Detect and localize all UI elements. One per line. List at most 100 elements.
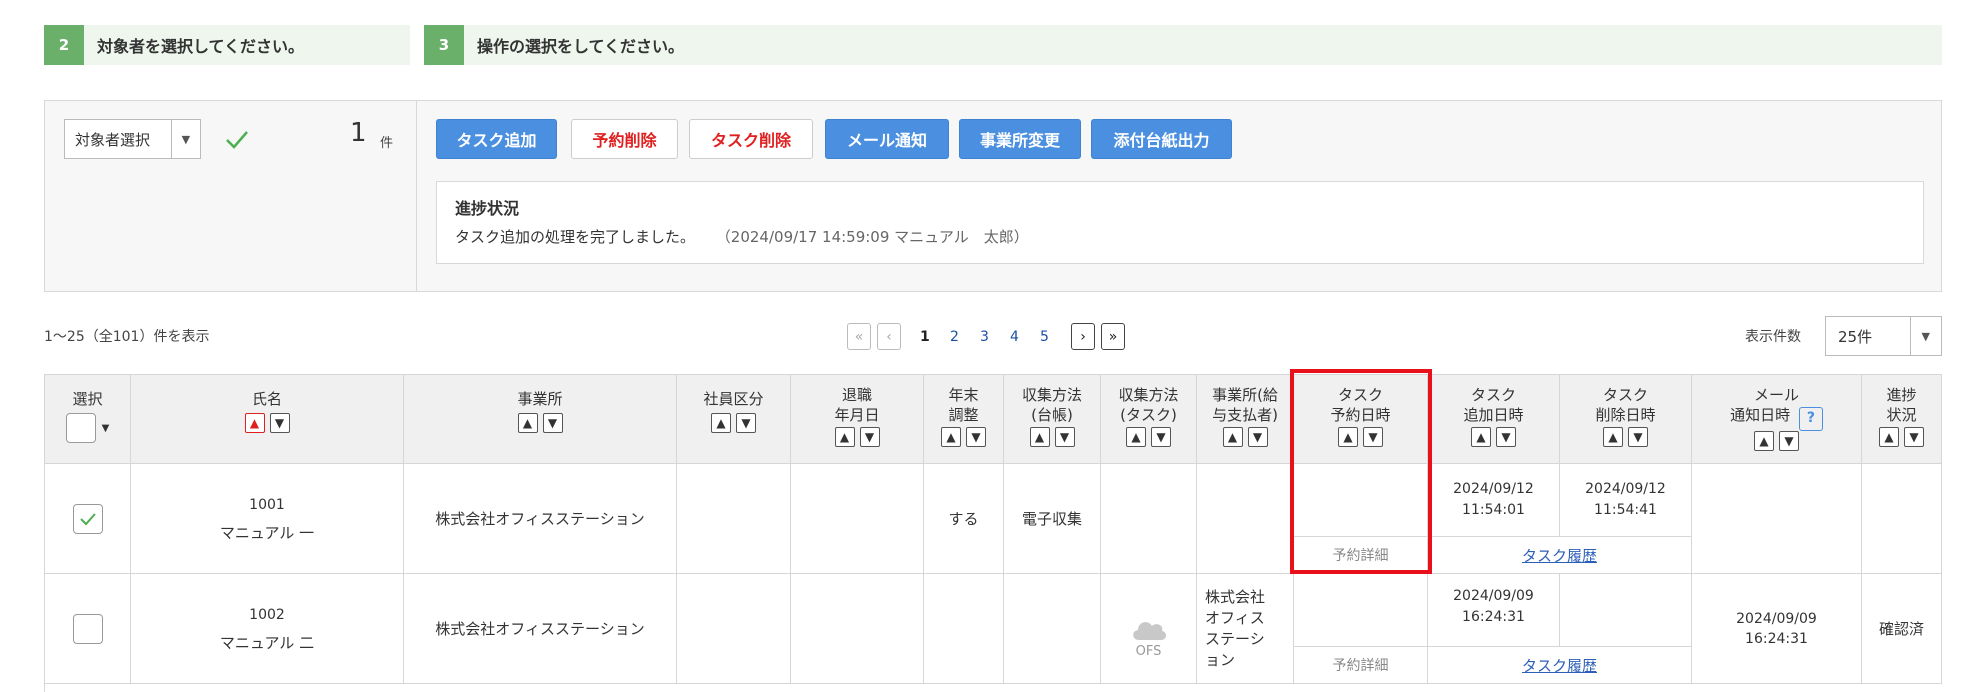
col-payer-title-1: 事業所(給: [1212, 386, 1278, 404]
sort-asc-button[interactable]: ▲: [1754, 431, 1774, 451]
step-2-header: 2 対象者を選択してください。: [44, 25, 410, 65]
ofs-label: OFS: [1135, 644, 1162, 659]
sort-asc-button[interactable]: ▲: [1471, 427, 1491, 447]
row-deleted-cell: [1560, 574, 1692, 647]
target-select-label: 対象者選択: [75, 130, 151, 149]
sort-desc-button[interactable]: ▼: [859, 427, 880, 447]
page-1[interactable]: 1: [920, 323, 930, 350]
col-deleted-title-2: 削除日時: [1595, 406, 1656, 424]
help-icon[interactable]: ?: [1798, 407, 1823, 431]
task-delete-button[interactable]: タスク削除: [689, 119, 813, 159]
page-size-label: 表示件数: [1745, 329, 1801, 345]
row-status-cell: 確認済: [1862, 574, 1942, 684]
caret-down-icon[interactable]: ▼: [170, 120, 200, 158]
row-mail-cell: 2024/09/09 16:24:31: [1692, 574, 1862, 684]
sort-asc-button[interactable]: ▲: [1029, 427, 1050, 447]
sort-asc-button[interactable]: ▲: [834, 427, 855, 447]
mail-notify-button[interactable]: メール通知: [825, 119, 949, 159]
col-payer-title-2: 与支払者): [1212, 406, 1278, 424]
employee-id: 1002: [249, 606, 285, 623]
col-retire-title-1: 退職: [841, 386, 872, 404]
last-page-button[interactable]: »: [1101, 323, 1125, 350]
row-status-cell: [1862, 464, 1942, 574]
ledger-output-button[interactable]: 添付台紙出力: [1091, 119, 1232, 159]
sort-desc-button[interactable]: ▼: [269, 413, 290, 433]
col-status-header: 進捗状況 ▲ ▼: [1862, 374, 1942, 464]
payer-name: 株式会社オフィスステーション: [1205, 587, 1266, 669]
page-size-select[interactable]: 25件 ▼: [1825, 316, 1942, 356]
office-change-button[interactable]: 事業所変更: [959, 119, 1081, 159]
row-checkbox[interactable]: [72, 503, 103, 534]
row-collect-ledger-cell: [1004, 574, 1101, 684]
col-retire-title-2: 年月日: [834, 406, 880, 424]
task-add-button[interactable]: タスク追加: [436, 119, 557, 159]
col-name-header: 氏名 ▲ ▼: [131, 374, 404, 464]
step-3-header: 3 操作の選択をしてください。: [424, 25, 1942, 65]
col-retire-header: 退職年月日 ▲ ▼: [791, 374, 924, 464]
list-count-info: 1～25（全101）件を表示: [44, 329, 210, 345]
sort-asc-button[interactable]: ▲: [1126, 427, 1146, 447]
sort-desc-button[interactable]: ▼: [1496, 427, 1516, 447]
sort-asc-button[interactable]: ▲: [941, 427, 961, 447]
sort-desc-button[interactable]: ▼: [1054, 427, 1075, 447]
col-emptype-title: 社員区分: [703, 390, 764, 408]
sort-desc-button[interactable]: ▼: [542, 413, 563, 433]
col-mail-title-2: 通知日時: [1730, 406, 1791, 424]
col-collect-task-title-2: (タスク): [1120, 406, 1177, 424]
reserve-detail-link[interactable]: 予約詳細: [1294, 647, 1428, 684]
first-page-button[interactable]: «: [847, 323, 871, 350]
row-emptype-cell: [677, 574, 791, 684]
next-row-edge: [44, 684, 1942, 692]
sort-asc-button[interactable]: ▲: [244, 413, 265, 433]
row-reserve-cell: [1294, 574, 1428, 647]
sort-desc-button[interactable]: ▼: [966, 427, 986, 447]
sort-desc-button[interactable]: ▼: [1904, 427, 1924, 447]
row-retire-cell: [791, 464, 924, 574]
caret-down-icon[interactable]: ▼: [102, 423, 110, 434]
col-status-title-2: 状況: [1886, 406, 1917, 424]
task-history-link[interactable]: タスク履歴: [1522, 545, 1597, 566]
sort-desc-button[interactable]: ▼: [1151, 427, 1171, 447]
col-yearend-title-2: 調整: [948, 406, 979, 424]
sort-desc-button[interactable]: ▼: [1628, 427, 1648, 447]
sort-asc-button[interactable]: ▲: [517, 413, 538, 433]
task-history-link[interactable]: タスク履歴: [1522, 655, 1597, 676]
col-status-title-1: 進捗: [1886, 386, 1917, 404]
cloud-icon: [1132, 622, 1166, 640]
sort-asc-button[interactable]: ▲: [1222, 427, 1243, 447]
col-collect-ledger-title-2: (台帳): [1031, 406, 1073, 424]
sort-asc-button[interactable]: ▲: [1603, 427, 1623, 447]
sort-asc-button[interactable]: ▲: [711, 413, 731, 433]
col-deleted-title-1: タスク: [1602, 386, 1648, 404]
page-4[interactable]: 4: [1010, 323, 1019, 350]
step-title: 対象者を選択してください。: [97, 37, 305, 56]
sort-asc-button[interactable]: ▲: [1879, 427, 1899, 447]
target-select[interactable]: 対象者選択 ▼: [64, 119, 201, 159]
next-page-button[interactable]: ›: [1071, 323, 1095, 350]
row-name-cell: 1001 マニュアル 一: [131, 464, 404, 574]
progress-message: タスク追加の処理を完了しました。: [455, 228, 696, 246]
row-history-cell: タスク履歴: [1428, 647, 1692, 684]
sort-desc-button[interactable]: ▼: [1779, 431, 1799, 451]
row-checkbox[interactable]: [72, 613, 103, 644]
deleted-time: 11:54:41: [1594, 502, 1657, 518]
row-yearend-cell: [924, 574, 1004, 684]
page-5[interactable]: 5: [1040, 323, 1049, 350]
caret-down-icon[interactable]: ▼: [1909, 317, 1941, 355]
sort-desc-button[interactable]: ▼: [1247, 427, 1268, 447]
col-mail-title-1: メール: [1753, 386, 1799, 404]
employee-name: マニュアル 二: [219, 633, 315, 652]
prev-page-button[interactable]: ‹: [877, 323, 901, 350]
page-2[interactable]: 2: [950, 323, 959, 350]
reserve-delete-button[interactable]: 予約削除: [571, 119, 678, 159]
col-yearend-header: 年末調整 ▲ ▼: [924, 374, 1004, 464]
row-select-cell: [44, 574, 131, 684]
select-all-checkbox[interactable]: [65, 413, 96, 443]
sort-desc-button[interactable]: ▼: [736, 413, 756, 433]
col-added-title-2: 追加日時: [1463, 406, 1524, 424]
added-time: 11:54:01: [1462, 502, 1525, 518]
col-deleted-header: タスク削除日時 ▲ ▼: [1560, 374, 1692, 464]
col-yearend-title-1: 年末: [948, 386, 979, 404]
page-3[interactable]: 3: [980, 323, 989, 350]
step-number: 3: [424, 25, 464, 65]
